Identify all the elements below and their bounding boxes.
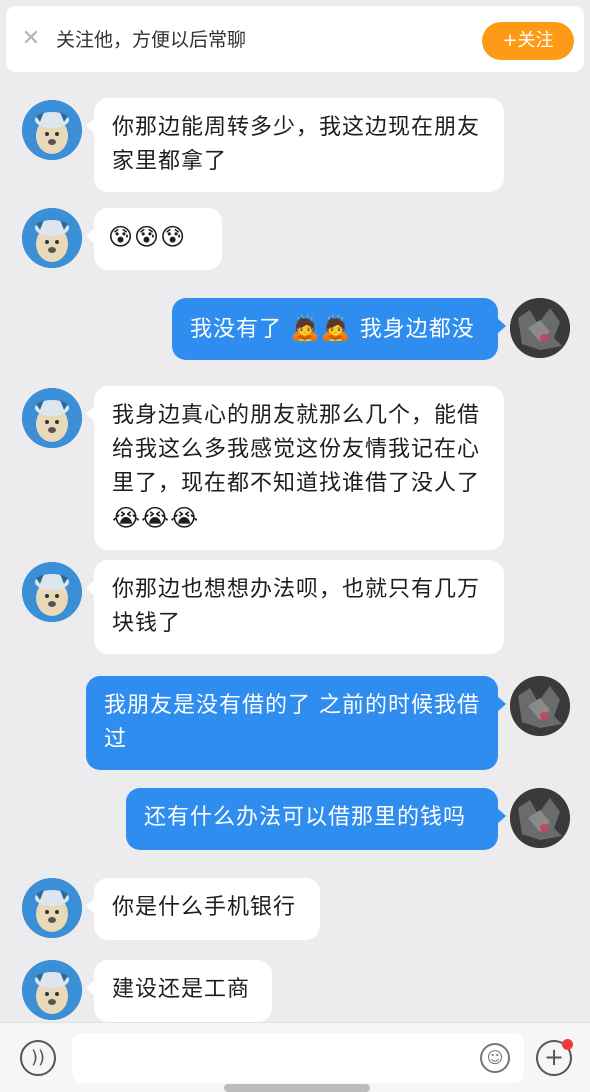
incoming-message-bubble[interactable]: 😰😰😰 xyxy=(86,208,222,270)
message-text: 我身边真心的朋友就那么几个，能借给我这么多我感觉这份友情我记在心里了，现在都不知… xyxy=(112,403,481,496)
smile-icon[interactable]: ☺ xyxy=(480,1043,510,1073)
follow-banner-card: ✕ 关注他，方便以后常聊 +关注 xyxy=(6,6,584,72)
close-icon[interactable]: ✕ xyxy=(18,26,44,52)
message-text: 我朋友是没有借的了 之前的时候我借过 xyxy=(104,693,480,752)
message-text: 我没有了 xyxy=(190,317,283,342)
avatar[interactable] xyxy=(22,562,82,622)
message-row: 我朋友是没有借的了 之前的时候我借过 xyxy=(0,676,590,770)
message-list[interactable]: 你那边能周转多少，我这边现在朋友家里都拿了 😰😰😰 我没有了 🙇🙇 我身边都没 … xyxy=(0,78,590,1022)
input-bar: )) ☺ + xyxy=(0,1022,590,1092)
notification-dot xyxy=(562,1039,573,1050)
incoming-message-bubble[interactable]: 你那边也想想办法呗，也就只有几万块钱了 xyxy=(86,560,504,654)
message-text: 你那边能周转多少，我这边现在朋友家里都拿了 xyxy=(112,115,481,174)
message-text: 建设还是工商 xyxy=(112,977,251,1002)
home-indicator xyxy=(224,1084,370,1092)
avatar[interactable] xyxy=(510,298,570,358)
avatar[interactable] xyxy=(22,960,82,1020)
outgoing-message-bubble[interactable]: 我朋友是没有借的了 之前的时候我借过 xyxy=(86,676,506,770)
message-row: 😰😰😰 xyxy=(0,208,590,270)
message-row: 我身边真心的朋友就那么几个，能借给我这么多我感觉这份友情我记在心里了，现在都不知… xyxy=(0,386,590,550)
crying-emoji: 😭 xyxy=(112,504,142,532)
incoming-message-bubble[interactable]: 我身边真心的朋友就那么几个，能借给我这么多我感觉这份友情我记在心里了，现在都不知… xyxy=(86,386,504,550)
avatar[interactable] xyxy=(22,100,82,160)
avatar[interactable] xyxy=(510,676,570,736)
follow-tip-text: 关注他，方便以后常聊 xyxy=(56,29,247,51)
crying-sweat-emoji: 😰 xyxy=(160,223,187,251)
message-row: 建设还是工商 xyxy=(0,960,590,1022)
outgoing-message-bubble[interactable]: 我没有了 🙇🙇 我身边都没 xyxy=(172,298,506,360)
crying-sweat-emoji: 😰 xyxy=(108,223,135,251)
crying-emoji: 😭 xyxy=(170,504,200,532)
bowing-emoji: 🙇 xyxy=(290,314,321,342)
crying-emoji: 😭 xyxy=(141,504,171,532)
avatar[interactable] xyxy=(510,788,570,848)
follow-banner: ✕ 关注他，方便以后常聊 +关注 xyxy=(0,0,590,78)
incoming-message-bubble[interactable]: 你那边能周转多少，我这边现在朋友家里都拿了 xyxy=(86,98,504,192)
message-row: 你是什么手机银行 xyxy=(0,878,590,940)
avatar[interactable] xyxy=(22,878,82,938)
follow-button[interactable]: +关注 xyxy=(482,22,574,60)
message-row: 你那边也想想办法呗，也就只有几万块钱了 xyxy=(0,560,590,654)
message-text: 还有什么办法可以借那里的钱吗 xyxy=(144,805,467,830)
outgoing-message-bubble[interactable]: 还有什么办法可以借那里的钱吗 xyxy=(126,788,506,850)
incoming-message-bubble[interactable]: 你是什么手机银行 xyxy=(86,878,320,940)
message-row: 还有什么办法可以借那里的钱吗 xyxy=(0,788,590,850)
incoming-message-bubble[interactable]: 建设还是工商 xyxy=(86,960,272,1022)
avatar[interactable] xyxy=(22,208,82,268)
message-row: 你那边能周转多少，我这边现在朋友家里都拿了 xyxy=(0,98,590,192)
message-input[interactable] xyxy=(72,1033,524,1083)
message-text: 你那边也想想办法呗，也就只有几万块钱了 xyxy=(112,577,481,636)
avatar[interactable] xyxy=(22,388,82,448)
message-text: 我身边都没 xyxy=(359,317,475,342)
plus-icon[interactable]: + xyxy=(536,1039,573,1076)
bowing-emoji: 🙇 xyxy=(320,314,352,342)
crying-sweat-emoji: 😰 xyxy=(134,223,161,251)
voice-icon[interactable]: )) xyxy=(20,1040,56,1076)
message-text: 你是什么手机银行 xyxy=(112,895,297,920)
message-row: 我没有了 🙇🙇 我身边都没 xyxy=(0,298,590,360)
